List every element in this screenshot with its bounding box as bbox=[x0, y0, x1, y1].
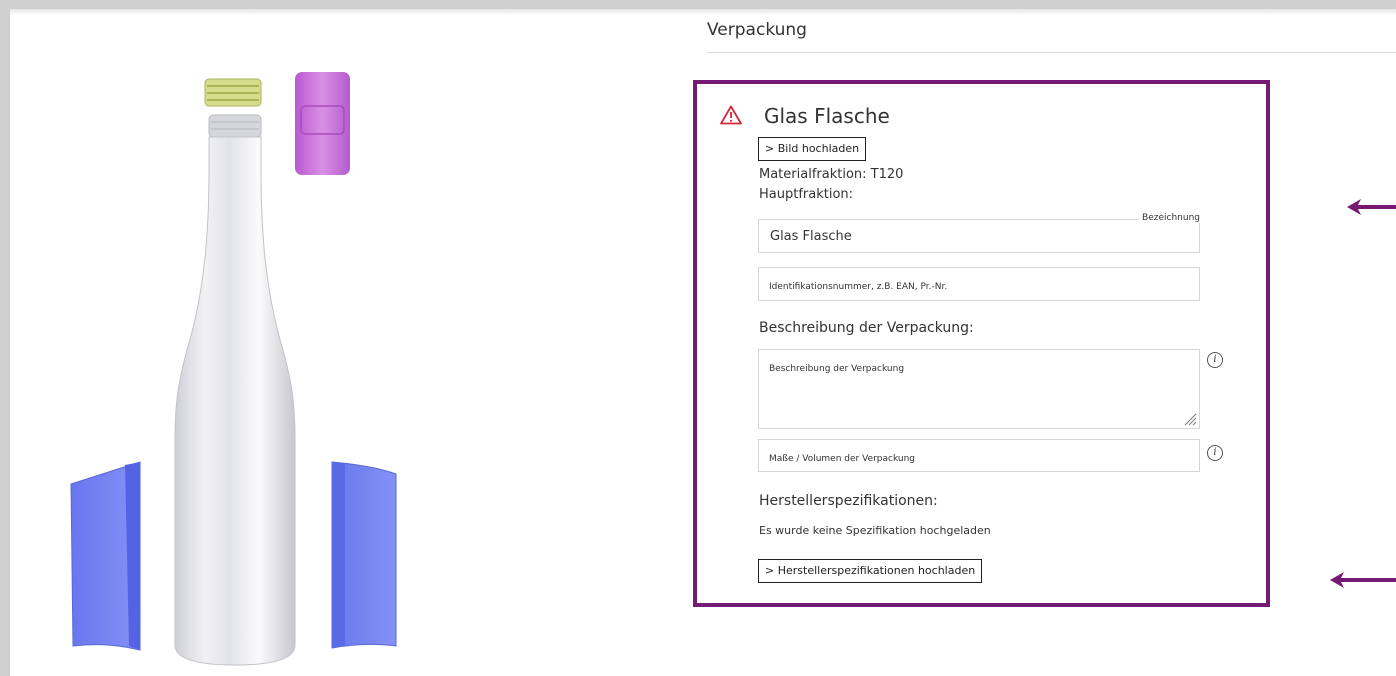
upload-image-button[interactable]: > Bild hochladen bbox=[758, 137, 867, 161]
dimensions-placeholder: Maße / Volumen der Verpackung bbox=[769, 454, 916, 464]
no-spec-text: Es wurde keine Spezifikation hochgeladen bbox=[759, 524, 991, 537]
screw-cap bbox=[204, 78, 262, 107]
description-placeholder: Beschreibung der Verpackung bbox=[769, 364, 905, 374]
arrow-left-icon bbox=[1330, 572, 1396, 588]
section-title: Verpackung bbox=[707, 20, 807, 40]
id-field-placeholder: Identifikationsnummer, z.B. EAN, Pr.-Nr. bbox=[769, 282, 948, 292]
dimensions-field[interactable]: Maße / Volumen der Verpackung bbox=[758, 439, 1200, 472]
upload-spec-button[interactable]: > Herstellerspezifikationen hochladen bbox=[758, 559, 983, 583]
id-field[interactable]: Identifikationsnummer, z.B. EAN, Pr.-Nr. bbox=[758, 267, 1200, 301]
sleeve-right bbox=[331, 461, 397, 649]
warning-icon bbox=[720, 105, 742, 125]
description-info-icon[interactable]: i bbox=[1207, 352, 1223, 368]
main-fraction-label: Hauptfraktion: bbox=[759, 187, 854, 202]
packaging-illustration bbox=[70, 72, 397, 666]
material-fraction-text: Materialfraktion: T120 bbox=[759, 167, 904, 182]
glass-bottle bbox=[174, 114, 296, 666]
resize-grip-icon[interactable] bbox=[1183, 412, 1197, 426]
description-textarea[interactable]: Beschreibung der Verpackung bbox=[758, 349, 1200, 429]
manufacturer-heading: Herstellerspezifikationen: bbox=[759, 493, 938, 509]
dimensions-info-icon[interactable]: i bbox=[1207, 445, 1223, 461]
name-field[interactable]: Bezeichnung Glas Flasche bbox=[758, 213, 1200, 253]
arrow-left-icon bbox=[1347, 199, 1396, 215]
description-heading: Beschreibung der Verpackung: bbox=[759, 320, 974, 336]
name-field-legend: Bezeichnung bbox=[1139, 213, 1200, 223]
capsule-cap bbox=[295, 72, 350, 175]
section-divider bbox=[707, 52, 1396, 53]
packaging-card: Glas Flasche > Bild hochladen Materialfr… bbox=[693, 80, 1270, 607]
sleeve-left bbox=[70, 461, 141, 651]
name-field-value: Glas Flasche bbox=[770, 229, 852, 244]
card-title: Glas Flasche bbox=[764, 104, 890, 128]
